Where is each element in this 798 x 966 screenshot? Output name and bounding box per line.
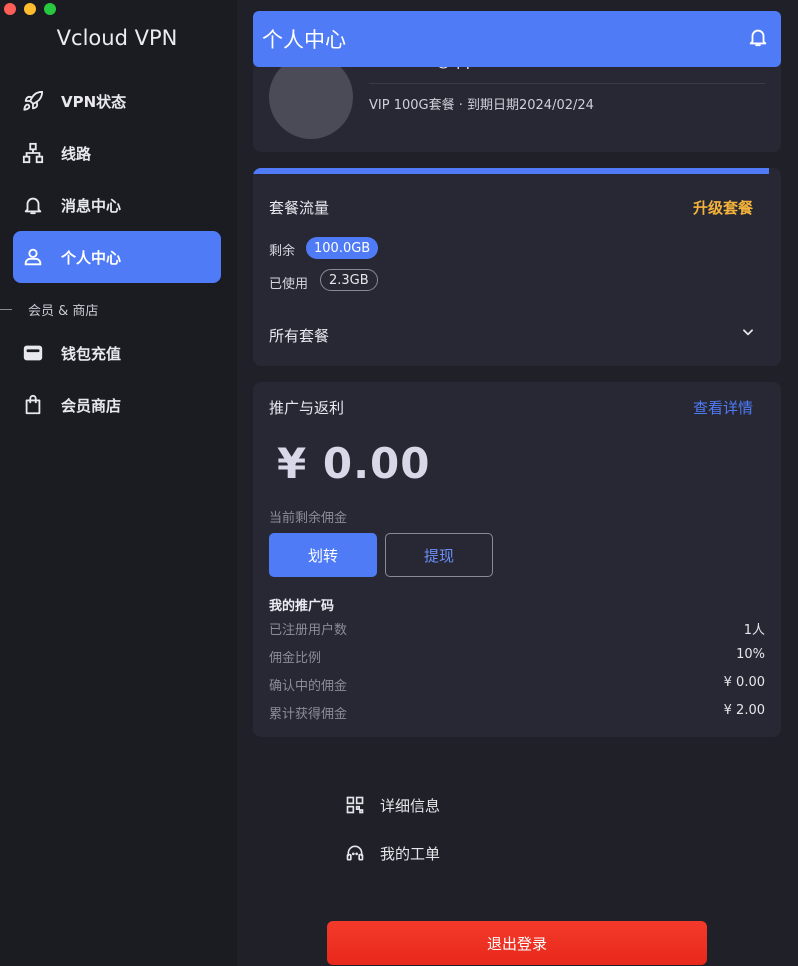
detail-info-label: 详细信息 [380, 796, 441, 815]
network-icon [21, 141, 45, 165]
main-content: 个人中心 7640403@qq.com VIP 100G套餐 · 到期日期202… [237, 0, 798, 966]
transfer-button[interactable]: 划转 [269, 533, 377, 577]
window-close-button[interactable] [4, 3, 16, 15]
stat-row: 确认中的佣金 ¥ 0.00 [269, 675, 765, 694]
sidebar-item-wallet-topup[interactable]: 钱包充值 [13, 327, 221, 379]
bell-icon [21, 193, 45, 217]
app-title: Vcloud VPN [56, 26, 178, 50]
bell-icon[interactable] [747, 26, 769, 52]
stat-label: 累计获得佣金 [269, 707, 348, 722]
qr-grid-icon [344, 794, 366, 816]
stat-value: ¥ 2.00 [723, 703, 765, 718]
sidebar-item-label: VPN状态 [61, 92, 127, 111]
upgrade-plan-link[interactable]: 升级套餐 [693, 197, 753, 218]
plan-traffic-card: 套餐流量 升级套餐 剩余 100.0GB 已使用 2.3GB 所有套餐 [253, 168, 781, 366]
view-details-link[interactable]: 查看详情 [693, 397, 753, 418]
shopping-bag-icon [21, 393, 45, 417]
remaining-badge: 100.0GB [306, 237, 379, 259]
all-plans-label[interactable]: 所有套餐 [269, 325, 329, 346]
used-label: 已使用 [269, 277, 309, 292]
sidebar-item-lines[interactable]: 线路 [13, 127, 221, 179]
commission-balance-label: 当前剩余佣金 [269, 511, 348, 526]
vip-plan-info: VIP 100G套餐 · 到期日期2024/02/24 [369, 98, 594, 113]
used-badge: 2.3GB [320, 269, 378, 291]
sidebar-section-label: 会员 & 商店 [0, 300, 98, 319]
profile-divider [369, 83, 765, 84]
commission-balance: ¥ 0.00 [277, 439, 431, 488]
stat-value: 10% [736, 647, 765, 662]
sidebar-item-label: 消息中心 [61, 196, 122, 215]
my-tickets-link[interactable]: 我的工单 [344, 842, 440, 864]
sidebar-item-label: 线路 [61, 144, 92, 163]
section-divider [0, 309, 12, 310]
promotion-card: 推广与返利 查看详情 ¥ 0.00 当前剩余佣金 划转 提现 我的推广码 已注册… [253, 382, 781, 737]
sidebar-item-messages[interactable]: 消息中心 [13, 179, 221, 231]
stat-value: 1人 [743, 623, 765, 638]
detail-info-link[interactable]: 详细信息 [344, 794, 440, 816]
sidebar-item-vpn-status[interactable]: VPN状态 [13, 75, 221, 127]
section-label-text: 会员 & 商店 [28, 304, 99, 319]
withdraw-button[interactable]: 提现 [385, 533, 493, 577]
stat-value: ¥ 0.00 [723, 675, 765, 690]
remaining-label: 剩余 [269, 244, 296, 259]
stat-label: 已注册用户数 [269, 623, 348, 638]
user-icon [21, 245, 45, 269]
window-controls [4, 3, 56, 15]
stat-row: 已注册用户数 1人 [269, 619, 765, 638]
sidebar-item-member-shop[interactable]: 会员商店 [13, 379, 221, 431]
sidebar-item-personal-center[interactable]: 个人中心 [13, 231, 221, 283]
window-maximize-button[interactable] [44, 3, 56, 15]
promotion-title: 推广与返利 [269, 399, 345, 417]
stat-row: 累计获得佣金 ¥ 2.00 [269, 703, 765, 722]
rocket-icon [21, 89, 45, 113]
sidebar: Vcloud VPN VPN状态 线路 消息中心 个人中心 会员 & 商店 钱包… [0, 0, 237, 966]
window-minimize-button[interactable] [24, 3, 36, 15]
promo-code-title: 我的推广码 [269, 599, 335, 614]
headset-icon [344, 842, 366, 864]
plan-title: 套餐流量 [269, 199, 330, 217]
my-tickets-label: 我的工单 [380, 844, 441, 863]
sidebar-item-label: 个人中心 [61, 248, 122, 267]
sidebar-item-label: 会员商店 [61, 396, 122, 415]
page-title: 个人中心 [262, 28, 346, 52]
wallet-icon [21, 341, 45, 365]
chevron-down-icon[interactable] [741, 324, 755, 343]
avatar[interactable] [269, 55, 353, 139]
stat-label: 佣金比例 [269, 651, 322, 666]
plan-progress-bar [253, 168, 769, 174]
logout-button[interactable]: 退出登录 [327, 921, 707, 965]
stat-row: 佣金比例 10% [269, 647, 765, 666]
page-header: 个人中心 [253, 11, 781, 67]
stat-label: 确认中的佣金 [269, 679, 348, 694]
sidebar-item-label: 钱包充值 [61, 344, 122, 363]
